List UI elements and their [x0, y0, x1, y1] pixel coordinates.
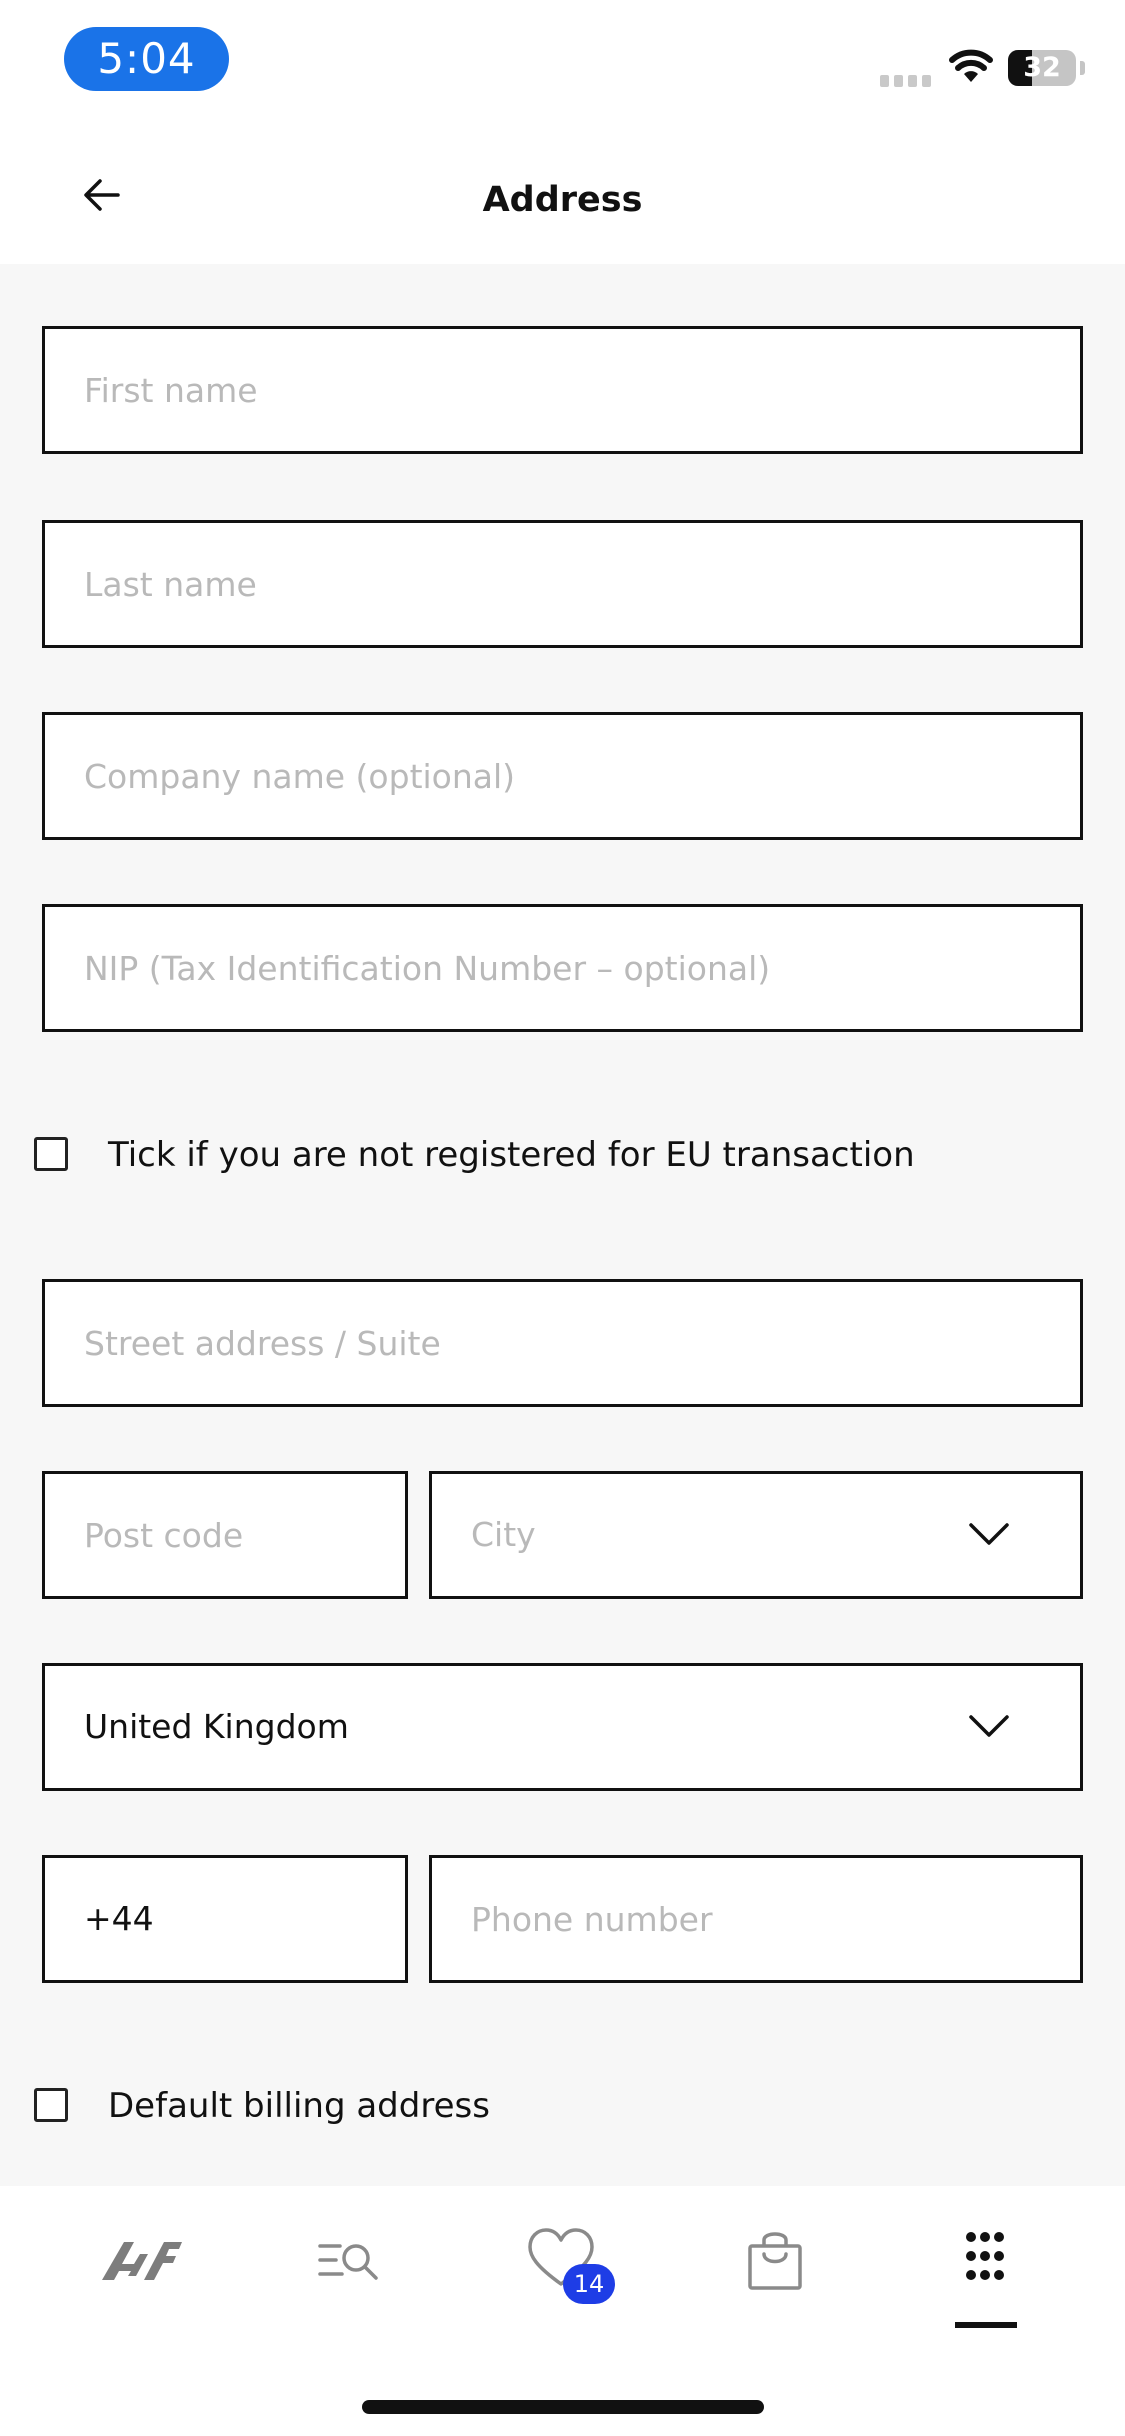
4f-logo-icon [102, 2242, 182, 2280]
default-billing-checkbox[interactable] [34, 2088, 68, 2122]
nav-search[interactable] [294, 2216, 404, 2306]
eu-transaction-checkbox[interactable] [34, 1137, 68, 1171]
grid-menu-icon [966, 2232, 1004, 2280]
company-name-field[interactable] [42, 712, 1083, 840]
post-code-field[interactable] [42, 1471, 408, 1599]
default-billing-label: Default billing address [108, 2086, 490, 2126]
battery-level: 32 [1023, 52, 1061, 83]
nip-field[interactable] [42, 904, 1083, 1032]
phone-prefix-value: +44 [84, 1899, 154, 1938]
phone-prefix-select[interactable]: +44 [42, 1855, 408, 1983]
street-address-field[interactable] [42, 1279, 1083, 1407]
active-tab-indicator [955, 2322, 1017, 2328]
phone-number-field[interactable] [429, 1855, 1083, 1983]
cellular-signal-icon [880, 72, 936, 91]
wifi-icon [949, 49, 993, 82]
chevron-down-icon [969, 1715, 1009, 1737]
bottom-nav: 14 [0, 2186, 1125, 2436]
last-name-input[interactable] [84, 523, 1039, 645]
home-indicator[interactable] [362, 2400, 764, 2414]
eu-transaction-label: Tick if you are not registered for EU tr… [108, 1135, 915, 1175]
company-name-input[interactable] [84, 715, 1039, 837]
country-select[interactable]: United Kingdom [42, 1663, 1083, 1791]
page-title: Address [482, 180, 643, 220]
phone-number-input[interactable] [471, 1858, 1039, 1980]
eu-transaction-checkbox-row[interactable]: Tick if you are not registered for EU tr… [34, 1135, 934, 1177]
battery-icon: 32 [1008, 50, 1076, 86]
nav-cart[interactable] [720, 2216, 830, 2306]
shopping-bag-icon [748, 2232, 802, 2290]
post-code-input[interactable] [84, 1474, 364, 1596]
nip-input[interactable] [84, 907, 1039, 1029]
street-address-input[interactable] [84, 1282, 1039, 1404]
last-name-field[interactable] [42, 520, 1083, 648]
nav-menu[interactable] [930, 2216, 1040, 2306]
default-billing-checkbox-row[interactable]: Default billing address [34, 2086, 634, 2128]
status-bar: 5:04 32 [0, 0, 1125, 130]
status-time: 5:04 [64, 27, 229, 91]
wishlist-count-badge: 14 [563, 2264, 615, 2304]
city-select[interactable]: City [429, 1471, 1083, 1599]
chevron-down-icon [969, 1523, 1009, 1545]
city-placeholder: City [471, 1515, 536, 1554]
nav-home[interactable] [84, 2216, 194, 2306]
first-name-input[interactable] [84, 329, 1039, 451]
header: Address [0, 130, 1125, 264]
first-name-field[interactable] [42, 326, 1083, 454]
search-menu-icon [318, 2244, 378, 2280]
country-value: United Kingdom [84, 1707, 349, 1746]
